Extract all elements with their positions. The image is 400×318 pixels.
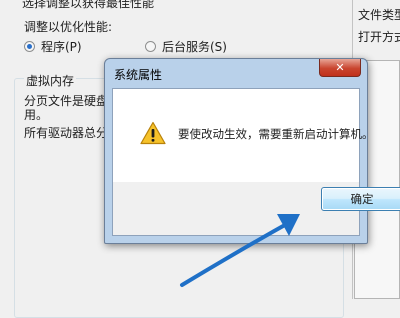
pointer-arrow-icon (180, 214, 300, 287)
